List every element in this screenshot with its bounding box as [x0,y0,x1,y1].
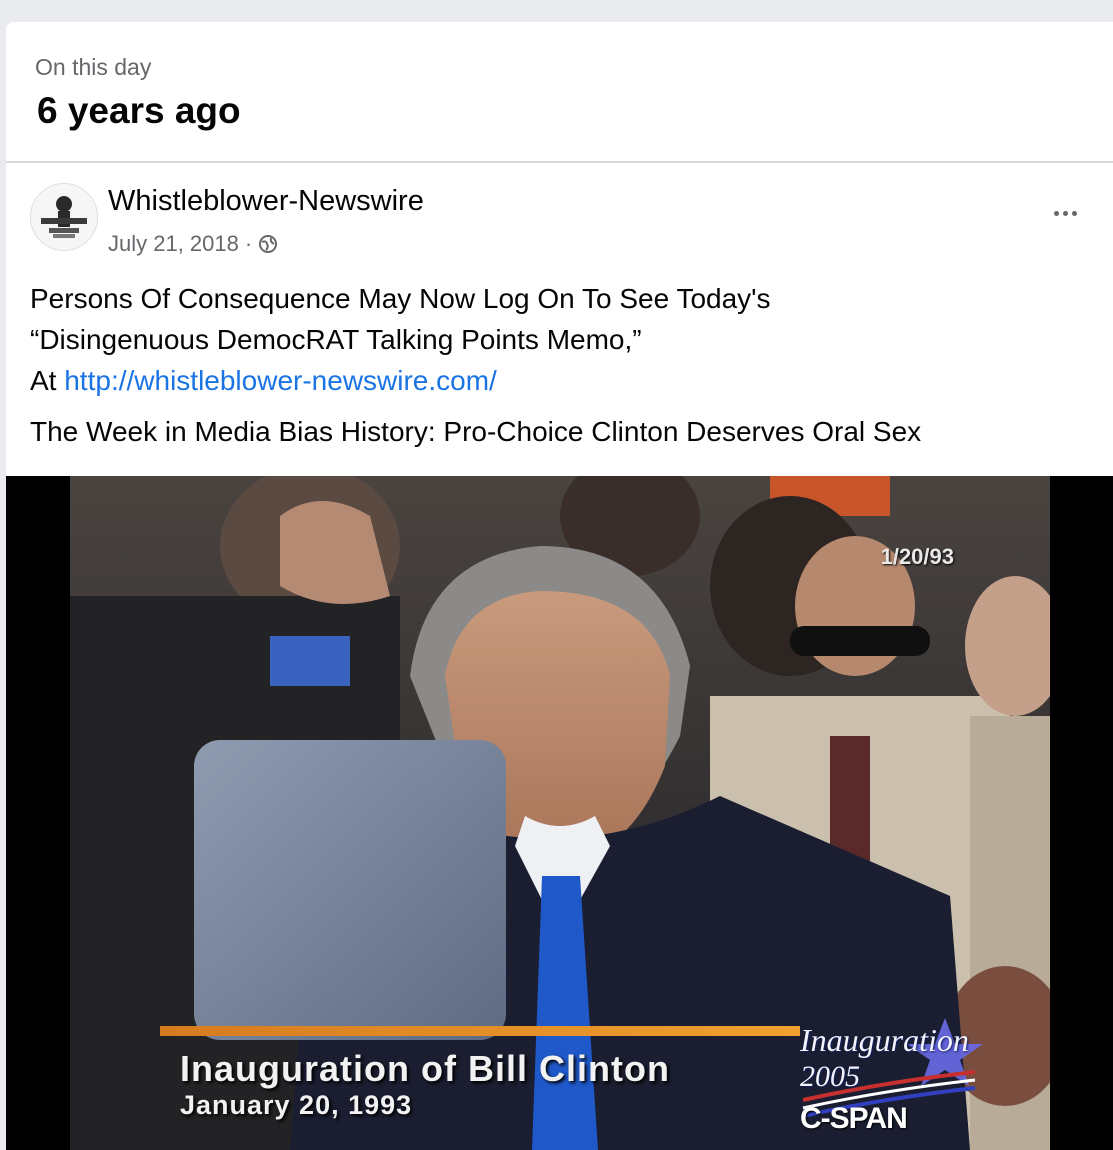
video-player[interactable]: 1/20/93 Inauguration of Bill Clinton Jan… [6,476,1113,1150]
globe-icon[interactable] [258,234,278,254]
meta-separator: · [244,231,253,256]
memory-subtitle: On this day [35,54,152,80]
logo-title: Inauguration [800,1022,969,1058]
post-date[interactable]: July 21, 2018 [108,231,239,257]
memory-header: On this day 6 years ago [6,22,1113,162]
post-text-line: “Disingenuous DemocRAT Talking Points Me… [30,324,642,355]
post-text-line: Persons Of Consequence May Now Log On To… [30,283,771,314]
broadcast-logo: Inauguration 2005 C-SPAN [795,1012,995,1142]
avatar[interactable] [30,183,98,251]
post-link[interactable]: http://whistleblower-newswire.com/ [64,365,497,396]
caption-title: Inauguration of Bill Clinton [180,1048,670,1089]
video-frame[interactable]: 1/20/93 Inauguration of Bill Clinton Jan… [70,476,1050,1150]
post-meta: July 21, 2018 · [108,231,278,257]
post-text: Persons Of Consequence May Now Log On To… [30,278,1090,401]
more-options-icon[interactable] [1045,198,1085,228]
caption-date: January 20, 1993 [180,1090,413,1120]
memory-card: On this day 6 years ago Whistleblower-Ne… [6,22,1113,1150]
caption-bar [160,1026,800,1036]
post-text-line: At http://whistleblower-newswire.com/ [30,360,1090,401]
avatar-logo-icon [31,184,97,250]
shared-headline[interactable]: The Week in Media Bias History: Pro-Choi… [30,416,921,448]
memory-title: 6 years ago [37,90,241,131]
link-prefix: At [30,365,65,396]
page-name[interactable]: Whistleblower-Newswire [108,185,424,218]
video-date-stamp: 1/20/93 [880,544,954,569]
logo-year: 2005 [800,1060,860,1093]
divider [6,161,1113,163]
logo-network: C-SPAN [800,1102,908,1135]
